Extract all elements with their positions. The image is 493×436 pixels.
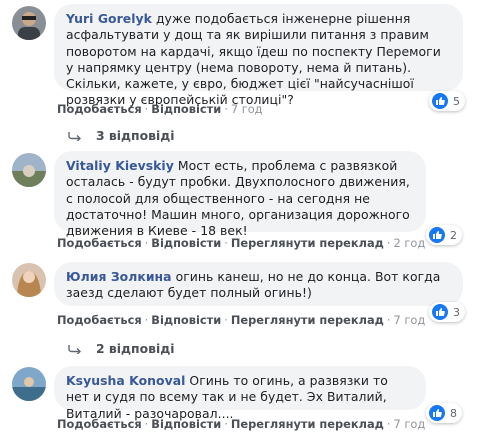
reply-button[interactable]: Відповісти: [151, 313, 221, 327]
separator-dot: ·: [386, 313, 391, 327]
avatar[interactable]: [12, 263, 46, 297]
like-button[interactable]: Подобається: [57, 417, 142, 431]
comment-actions: Подобається · Відповісти · Переглянути перек…: [57, 236, 425, 250]
separator-dot: ·: [386, 417, 391, 431]
reply-button[interactable]: Відповісти: [151, 102, 221, 116]
like-icon: [429, 405, 445, 421]
separator-dot: ·: [224, 236, 228, 250]
replies-count-label: 3 відповіді: [96, 128, 175, 143]
comment-author[interactable]: Ksyusha Konoval: [66, 373, 185, 388]
replies-count-label: 2 відповіді: [96, 341, 175, 356]
separator-dot: ·: [144, 313, 149, 327]
reaction-count: 5: [453, 94, 460, 108]
avatar[interactable]: [12, 367, 46, 401]
comment-bubble: Ksyusha Konoval Огинь то огинь, а развязк…: [54, 366, 426, 421]
timestamp[interactable]: 2 год: [394, 236, 426, 250]
reaction-summary[interactable]: 3: [429, 302, 465, 322]
like-icon: [429, 227, 445, 243]
like-button[interactable]: Подобається: [57, 313, 142, 327]
reaction-count: 8: [450, 406, 457, 420]
separator-dot: ·: [144, 236, 149, 250]
reaction-count: 2: [450, 228, 457, 242]
like-button[interactable]: Подобається: [57, 102, 142, 116]
timestamp[interactable]: 7 год: [231, 102, 263, 116]
like-button[interactable]: Подобається: [57, 236, 142, 250]
translate-button[interactable]: Переглянути переклад: [231, 417, 384, 431]
comment-bubble: Vitaliy Kievskiy Мост есть, проблема с ра…: [54, 151, 426, 238]
reaction-summary[interactable]: 8: [426, 403, 462, 423]
like-icon: [432, 93, 448, 109]
comment-author[interactable]: Юлия Золкина: [66, 269, 172, 284]
comment-actions: Подобається · Відповісти · Переглянути перек…: [57, 313, 425, 327]
separator-dot: ·: [144, 102, 149, 116]
separator-dot: ·: [386, 236, 391, 250]
reply-button[interactable]: Відповісти: [151, 236, 221, 250]
reply-arrow-icon: [68, 131, 82, 141]
reaction-summary[interactable]: 2: [426, 225, 462, 245]
translate-button[interactable]: Переглянути переклад: [231, 313, 384, 327]
avatar[interactable]: [12, 153, 46, 187]
view-replies-button[interactable]: 2 відповіді: [54, 341, 174, 356]
comment-bubble: Юлия Золкина огинь канеш, но не до конца.…: [54, 262, 463, 306]
avatar[interactable]: [12, 6, 46, 40]
view-replies-button[interactable]: 3 відповіді: [54, 128, 174, 143]
timestamp[interactable]: 7 год: [394, 313, 426, 327]
timestamp[interactable]: 7 год: [394, 417, 426, 431]
reply-arrow-icon: [68, 344, 82, 354]
comment-actions: Подобається · Відповісти · Переглянути перек…: [57, 417, 425, 431]
like-icon: [432, 304, 448, 320]
comment-bubble: Yuri Gorelyk дуже подобається інженерне р…: [54, 4, 463, 107]
comment-author[interactable]: Vitaliy Kievskiy: [66, 158, 174, 173]
comment-author[interactable]: Yuri Gorelyk: [66, 11, 152, 26]
reply-button[interactable]: Відповісти: [151, 417, 221, 431]
separator-dot: ·: [224, 313, 228, 327]
separator-dot: ·: [224, 102, 228, 116]
separator-dot: ·: [144, 417, 149, 431]
translate-button[interactable]: Переглянути переклад: [231, 236, 384, 250]
separator-dot: ·: [224, 417, 228, 431]
reaction-summary[interactable]: 5: [429, 91, 465, 111]
comment-actions: Подобається · Відповісти · 7 год: [57, 102, 263, 116]
reaction-count: 3: [453, 305, 460, 319]
